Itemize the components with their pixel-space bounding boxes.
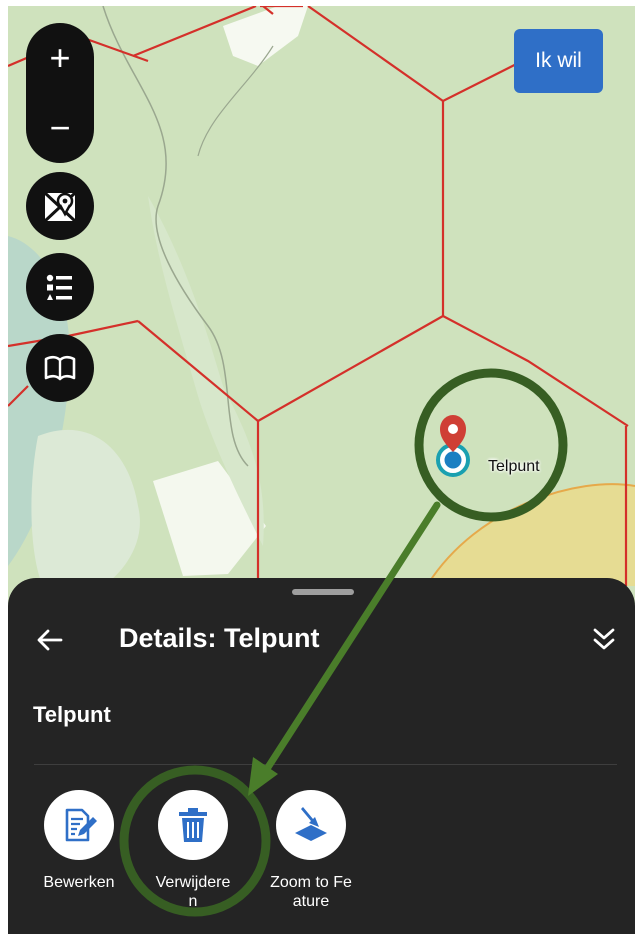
back-arrow-icon xyxy=(37,629,63,651)
map-pin-icon xyxy=(43,191,77,223)
zoom-control: + − xyxy=(26,23,94,163)
double-chevron-down-icon xyxy=(593,628,615,650)
book-icon xyxy=(44,355,76,381)
sheet-title: Details: Telpunt xyxy=(119,623,320,653)
delete-action-circle[interactable] xyxy=(158,790,228,860)
bookmarks-button[interactable] xyxy=(26,334,94,402)
feature-name: Telpunt xyxy=(33,702,111,727)
collapse-button[interactable] xyxy=(586,622,622,658)
zoom-in-button[interactable]: + xyxy=(26,23,94,93)
edit-action-circle[interactable] xyxy=(44,790,114,860)
zoom-to-feature-circle[interactable] xyxy=(276,790,346,860)
zoom-out-button[interactable]: − xyxy=(26,93,94,163)
map-layers-button[interactable] xyxy=(26,172,94,240)
edit-action-label: Bewerken xyxy=(43,874,115,891)
edit-action[interactable]: Bewerken xyxy=(34,790,124,892)
edit-document-icon xyxy=(65,808,97,842)
delete-action-label: Verwijdere n xyxy=(155,874,231,910)
delete-action[interactable]: Verwijdere n xyxy=(151,790,235,911)
legend-button[interactable] xyxy=(26,253,94,321)
app-screen: + − Ik wil Telpunt Details: Telpunt Telp… xyxy=(0,0,635,934)
marker-label: Telpunt xyxy=(488,458,540,475)
trash-icon xyxy=(179,808,207,842)
zoom-in-icon: + xyxy=(49,37,71,78)
zoom-to-feature-label: Zoom to Feature xyxy=(270,874,352,910)
ik-wil-button[interactable]: Ik wil xyxy=(514,29,603,93)
legend-list-icon xyxy=(46,274,72,300)
back-button[interactable] xyxy=(32,622,68,658)
zoom-out-icon: − xyxy=(49,107,71,148)
drag-handle[interactable] xyxy=(292,589,354,595)
zoom-to-feature-icon xyxy=(295,807,327,841)
divider xyxy=(34,764,617,765)
map-marker-icon[interactable] xyxy=(433,410,473,480)
details-bottom-sheet: Details: Telpunt Telpunt Bewerken Verwij… xyxy=(8,578,635,934)
zoom-to-feature-action[interactable]: Zoom to Feature xyxy=(266,790,356,911)
